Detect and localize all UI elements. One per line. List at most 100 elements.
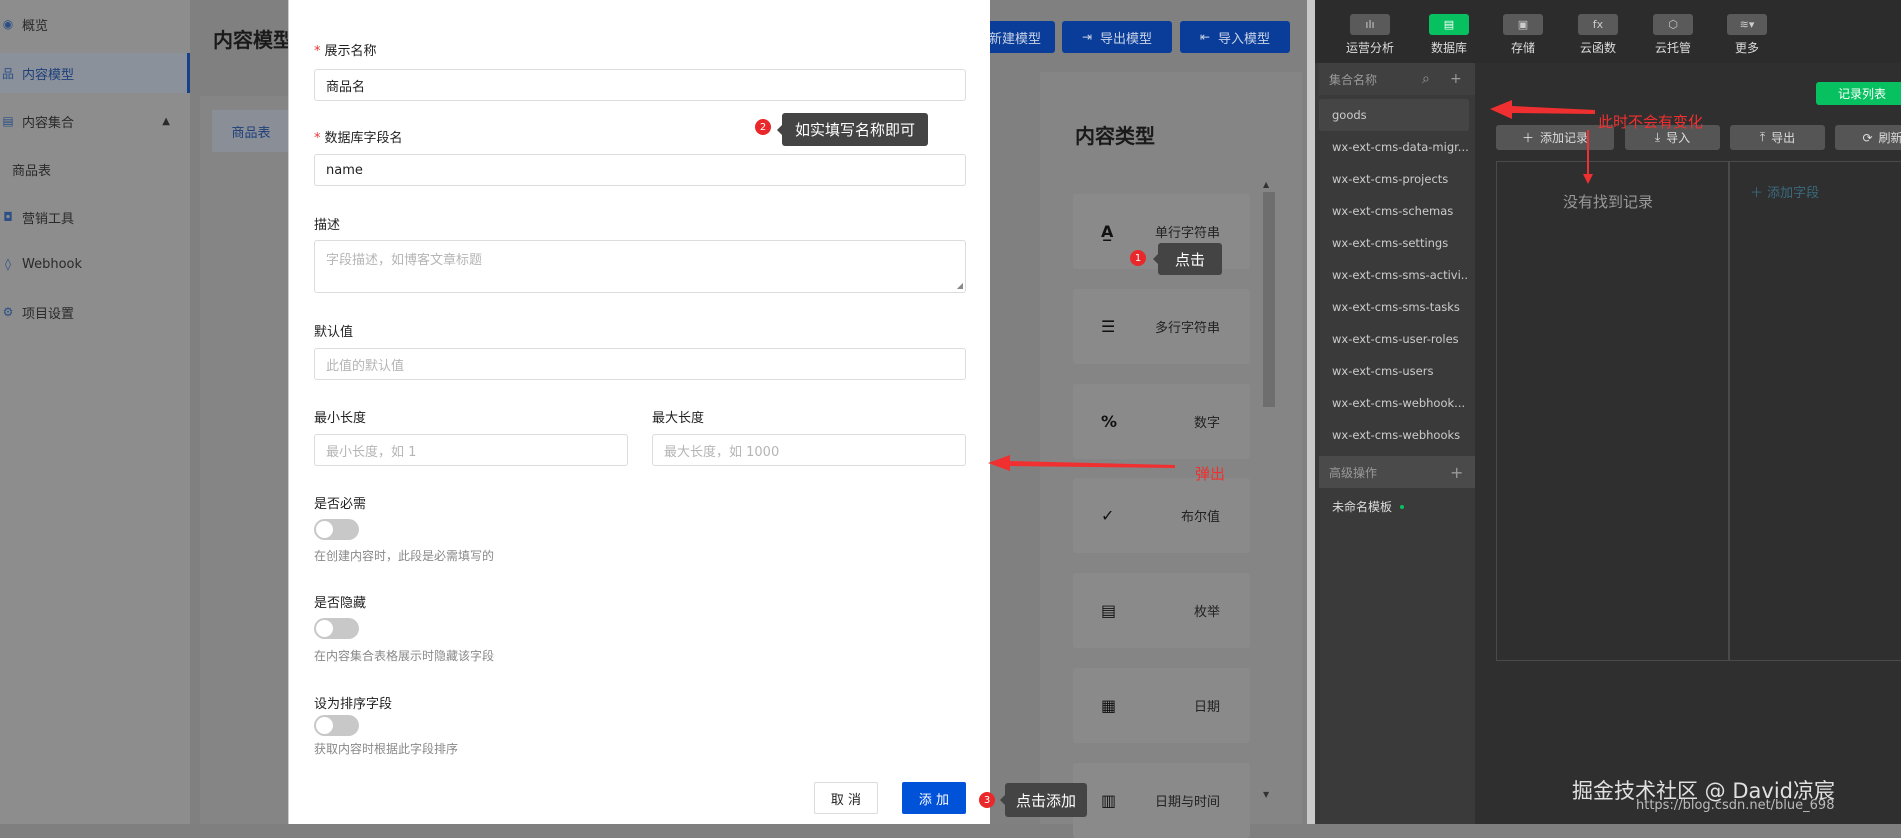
step-badge-3: 3 [979, 792, 995, 808]
step-badge-1: 1 [1130, 250, 1146, 266]
sort-label: 设为排序字段 [314, 697, 393, 712]
export-model-button[interactable]: ⇥ 导出模型 [1062, 21, 1172, 53]
chevron-up-icon: ▲ [162, 115, 170, 127]
content-types-title: 内容类型 [1075, 124, 1155, 148]
export-icon: ⇥ [1081, 30, 1093, 44]
hidden-help: 在内容集合表格展示时隐藏该字段 [314, 649, 495, 663]
type-boolean[interactable]: ✓ 布尔值 [1073, 478, 1250, 553]
sidebar-item-overview[interactable]: ◉ 概览 [0, 4, 190, 44]
sort-help: 获取内容时根据此字段排序 [314, 742, 459, 756]
collection-item[interactable]: wx-ext-cms-sms-activi... [1319, 259, 1469, 291]
db-field-input[interactable]: name [314, 154, 966, 186]
collection-item[interactable]: wx-ext-cms-users [1319, 355, 1469, 387]
chart-icon: ılı [1350, 14, 1390, 35]
min-length-label: 最小长度 [314, 411, 367, 426]
max-length-label: 最大长度 [652, 411, 705, 426]
eye-icon: ◉ [2, 17, 14, 31]
required-label: 是否必需 [314, 497, 367, 512]
sidebar-item-marketing[interactable]: ◘ 营销工具 [0, 197, 190, 237]
add-field-link[interactable]: ＋ 添加字段 [1750, 182, 1819, 201]
collection-item[interactable]: wx-ext-cms-settings [1319, 227, 1469, 259]
cancel-button[interactable]: 取 消 [814, 782, 878, 814]
sidebar-item-webhook[interactable]: ◊ Webhook [0, 244, 190, 284]
scrollbar-thumb[interactable] [1263, 192, 1275, 407]
cms-sidebar: ◉ 概览 品内容模型 ▤ 内容集合 ▲ 商品表 ◘ 营销工具 ◊ Webhook ⚙ 项目设… [0, 0, 190, 824]
tab-goods-table[interactable]: 商品表 [212, 110, 290, 152]
type-number[interactable]: % 数字 [1073, 384, 1250, 459]
page-title: 内容模型 [213, 28, 293, 52]
min-length-input[interactable]: 最小长度，如 1 [314, 434, 628, 466]
empty-state: 没有找到记录 [1563, 193, 1654, 211]
calendar-icon: ▦ [1101, 696, 1117, 715]
advanced-header: 高级操作 + [1319, 456, 1475, 488]
refresh-icon: ⟳ [1862, 130, 1873, 145]
table-divider [1728, 161, 1730, 661]
collection-item[interactable]: wx-ext-cms-webhook... [1319, 387, 1469, 419]
tool-analytics[interactable]: ılı 运营分析 [1340, 14, 1400, 56]
import-icon: ⇤ [1199, 30, 1211, 44]
tool-storage[interactable]: ▣ 存储 [1493, 14, 1553, 56]
collection-item[interactable]: wx-ext-cms-user-roles [1319, 323, 1469, 355]
watermark-url: https://blog.csdn.net/blue_698 [1636, 798, 1835, 813]
collection-item[interactable]: wx-ext-cms-sms-tasks [1319, 291, 1469, 323]
step-tooltip-3: 点击添加 [1000, 783, 1087, 817]
add-collection-icon[interactable]: + [1450, 71, 1462, 87]
database-icon: ▤ [1429, 14, 1469, 35]
default-value-label: 默认值 [314, 325, 354, 340]
content-panel [200, 96, 290, 824]
type-date[interactable]: ▦ 日期 [1073, 668, 1250, 743]
window-divider [1307, 0, 1315, 824]
required-toggle[interactable] [314, 519, 359, 540]
resize-handle-icon[interactable]: ◢ [957, 281, 963, 290]
type-datetime[interactable]: ▥ 日期与时间 [1073, 763, 1250, 838]
default-value-input[interactable]: 此值的默认值 [314, 348, 966, 380]
display-name-label: * 展示名称 [314, 44, 377, 59]
sidebar-item-content-collection[interactable]: ▤ 内容集合 ▲ [0, 101, 190, 141]
max-length-input[interactable]: 最大长度，如 1000 [652, 434, 966, 466]
required-asterisk-icon: * [314, 44, 321, 59]
record-list-button[interactable]: 记录列表 [1816, 82, 1901, 105]
tool-functions[interactable]: fx 云函数 [1568, 14, 1628, 56]
template-item[interactable]: 未命名模板 [1332, 498, 1405, 515]
step-tooltip-2: 如实填写名称即可 [777, 113, 928, 146]
import-model-button[interactable]: ⇤ 导入模型 [1180, 21, 1290, 53]
tool-more[interactable]: ≋▾ 更多 [1717, 14, 1777, 56]
collection-item[interactable]: wx-ext-cms-data-migr... [1319, 131, 1469, 163]
bag-icon: ◘ [3, 210, 13, 224]
text-icon: A̲ [1101, 222, 1114, 241]
type-multi-line-string[interactable]: ☰ 多行字符串 [1073, 289, 1250, 364]
add-button[interactable]: 添 加 [902, 782, 966, 814]
sidebar-item-settings[interactable]: ⚙ 项目设置 [0, 292, 190, 332]
search-icon[interactable]: ⌕ [1422, 71, 1430, 87]
layers-icon: ≋▾ [1727, 14, 1767, 35]
display-name-input[interactable]: 商品名 [314, 69, 966, 101]
hidden-label: 是否隐藏 [314, 596, 367, 611]
collection-item[interactable]: wx-ext-cms-webhooks [1319, 419, 1469, 451]
collection-item[interactable]: wx-ext-cms-projects [1319, 163, 1469, 195]
add-record-button[interactable]: ＋添加记录 [1496, 125, 1614, 150]
db-field-label: * 数据库字段名 [314, 131, 403, 146]
collection-item[interactable]: goods [1319, 99, 1469, 131]
plus-icon: ＋ [1750, 186, 1768, 201]
sort-toggle[interactable] [314, 715, 359, 736]
description-textarea[interactable]: 字段描述，如博客文章标题 ◢ [314, 240, 966, 293]
collection-icon: ▤ [2, 114, 14, 128]
sidebar-item-content-model[interactable]: 品内容模型 [0, 53, 190, 93]
sidebar-item-goods-table[interactable]: 商品表 [0, 149, 190, 189]
add-advanced-icon[interactable]: + [1450, 463, 1463, 482]
collections-header: 集合名称 ⌕ + [1319, 63, 1475, 95]
webhook-icon: ◊ [5, 257, 11, 271]
collection-item[interactable]: wx-ext-cms-schemas [1319, 195, 1469, 227]
tool-hosting[interactable]: ⬡ 云托管 [1643, 14, 1703, 56]
scroll-up-icon[interactable]: ▲ [1263, 180, 1269, 189]
export-button[interactable]: ⤒ 导出 [1730, 125, 1825, 150]
download-icon: ⤓ [1654, 130, 1661, 144]
records-table [1496, 161, 1901, 661]
hidden-toggle[interactable] [314, 618, 359, 639]
refresh-button[interactable]: ⟳ 刷新 [1835, 125, 1901, 150]
storage-icon: ▣ [1503, 14, 1543, 35]
step-tooltip-1: 点击 [1153, 243, 1222, 275]
tool-database[interactable]: ▤ 数据库 [1419, 14, 1479, 56]
scroll-down-icon[interactable]: ▼ [1263, 790, 1269, 799]
type-enum[interactable]: ▤ 枚举 [1073, 573, 1250, 648]
